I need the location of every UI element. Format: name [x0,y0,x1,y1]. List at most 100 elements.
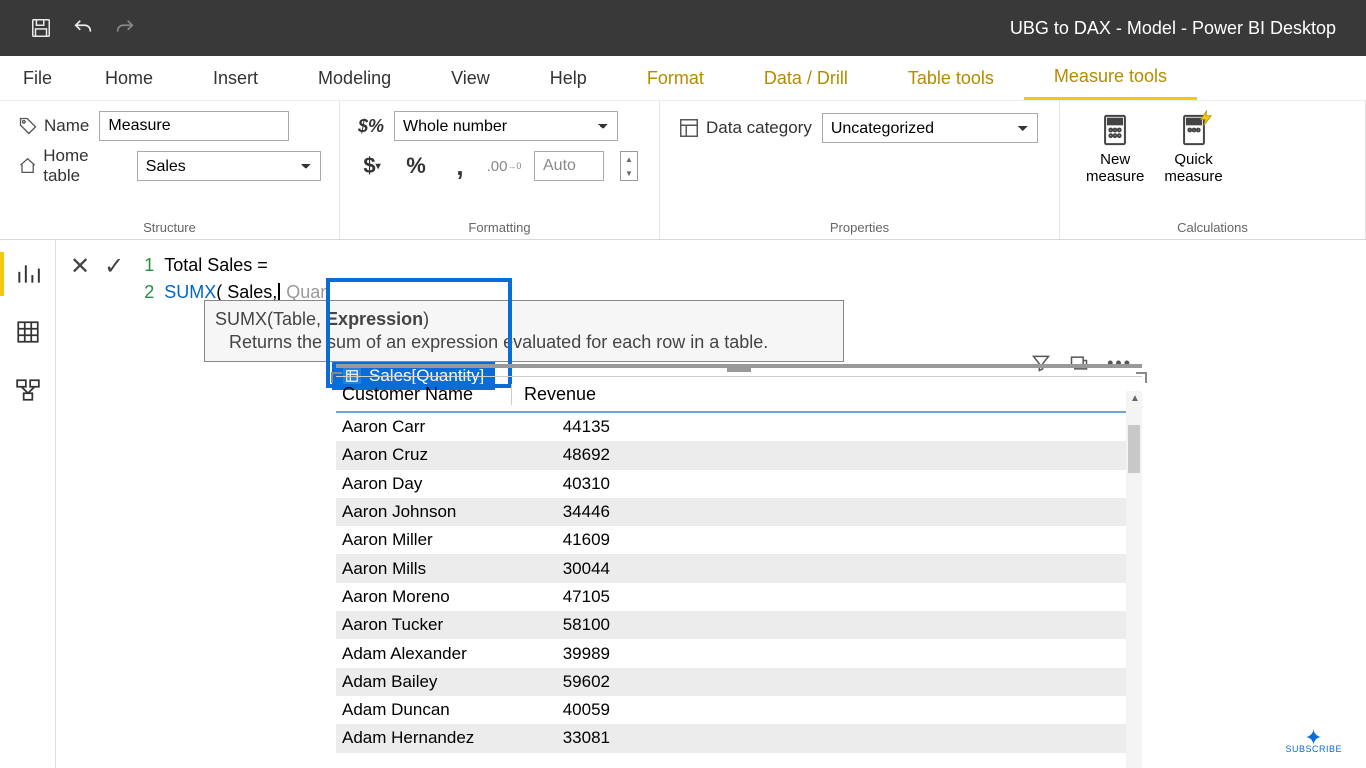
cell-customer: Adam Hernandez [336,728,512,748]
table-row[interactable]: Aaron Miller41609 [336,526,1142,554]
model-view-icon[interactable] [14,376,42,404]
view-rail [0,240,56,768]
format-icon: $% [358,116,384,137]
table-row[interactable]: Adam Hernandez33081 [336,724,1142,752]
table-row[interactable]: Adam Duncan40059 [336,696,1142,724]
code-ghost: Quan [281,282,330,302]
decimals-button[interactable]: .00→0 [490,152,518,180]
ribbon-body: Name Home table Sales Structure $% Whole… [0,100,1366,240]
cell-revenue: 39989 [512,644,620,664]
name-label: Name [18,116,89,136]
new-measure-label: New measure [1086,151,1144,186]
category-icon [678,117,700,139]
ribbon-group-structure: Name Home table Sales Structure [0,101,340,239]
intellisense-tooltip: SUMX(Table, Expression) Returns the sum … [204,300,844,362]
redo-icon[interactable] [114,17,136,39]
calculator-icon [1098,113,1132,147]
column-header-customer[interactable]: Customer Name [336,384,512,405]
quick-measure-button[interactable]: Quick measure [1156,113,1230,186]
group-label-properties: Properties [678,220,1041,237]
tooltip-description: Returns the sum of an expression evaluat… [215,332,833,353]
cancel-formula-icon[interactable]: ✕ [70,252,90,281]
decimals-input[interactable] [534,151,604,181]
home-icon [18,156,37,176]
top-resize-edge[interactable] [336,364,1142,368]
measure-name-input[interactable] [99,111,289,141]
decimals-stepper[interactable]: ▲▼ [620,151,638,181]
table-body: Aaron Carr44135Aaron Cruz48692Aaron Day4… [336,413,1142,753]
cell-revenue: 40059 [512,700,620,720]
cell-customer: Aaron Moreno [336,587,512,607]
tab-file[interactable]: File [0,56,75,100]
cell-customer: Aaron Tucker [336,615,512,635]
tab-help[interactable]: Help [520,56,617,100]
tab-table-tools[interactable]: Table tools [878,56,1024,100]
cell-revenue: 33081 [512,728,620,748]
scrollbar-track[interactable]: ▲ [1126,391,1142,768]
table-row[interactable]: Aaron Carr44135 [336,413,1142,441]
cell-revenue: 47105 [512,587,620,607]
table-row[interactable]: Aaron Day40310 [336,470,1142,498]
tab-modeling[interactable]: Modeling [288,56,421,100]
tab-measure-tools[interactable]: Measure tools [1024,56,1197,100]
scrollbar-thumb[interactable] [1128,425,1140,473]
quick-measure-icon [1177,113,1211,147]
cell-customer: Aaron Cruz [336,445,512,465]
currency-button[interactable]: $▾ [358,152,386,180]
cell-revenue: 40310 [512,474,620,494]
table-row[interactable]: Aaron Cruz48692 [336,441,1142,469]
data-category-select[interactable]: Uncategorized [822,113,1038,143]
report-view-icon[interactable] [14,260,42,288]
table-header: Customer Name Revenue [336,377,1142,413]
cell-customer: Aaron Miller [336,530,512,550]
percent-button[interactable]: % [402,152,430,180]
format-select[interactable]: Whole number [394,111,618,141]
thousands-button[interactable]: , [446,152,474,180]
cell-customer: Adam Bailey [336,672,512,692]
undo-icon[interactable] [72,17,94,39]
resize-handle-tr[interactable] [1136,371,1148,383]
table-row[interactable]: Adam Bailey59602 [336,668,1142,696]
tab-format[interactable]: Format [617,56,734,100]
window-title: UBG to DAX - Model - Power BI Desktop [136,18,1366,39]
home-table-label: Home table [18,146,127,186]
scroll-up-icon[interactable]: ▲ [1130,393,1140,404]
cell-revenue: 48692 [512,445,620,465]
cell-revenue: 58100 [512,615,620,635]
code-line-2-rest: ( Sales, [216,282,277,302]
tab-view[interactable]: View [421,56,520,100]
ribbon-group-properties: Data category Uncategorized Properties [660,101,1060,239]
column-header-revenue[interactable]: Revenue [512,384,620,405]
home-table-select[interactable]: Sales [137,151,321,181]
cell-customer: Aaron Day [336,474,512,494]
formula-bar: ✕ ✓ 1Total Sales = 2SUMX( Sales, Quan [70,240,1366,306]
tab-data-drill[interactable]: Data / Drill [734,56,878,100]
commit-formula-icon[interactable]: ✓ [104,252,124,281]
cell-revenue: 34446 [512,502,620,522]
save-icon[interactable] [30,17,52,39]
new-measure-button[interactable]: New measure [1078,113,1152,186]
table-row[interactable]: Aaron Johnson34446 [336,498,1142,526]
code-line-1: Total Sales = [164,252,268,279]
data-category-label: Data category [678,117,812,139]
cell-revenue: 59602 [512,672,620,692]
table-row[interactable]: Aaron Moreno47105 [336,583,1142,611]
tab-home[interactable]: Home [75,56,183,100]
resize-handle-tl[interactable] [330,371,342,383]
data-view-icon[interactable] [14,318,42,346]
code-keyword: SUMX [164,282,216,302]
cell-customer: Aaron Johnson [336,502,512,522]
cell-customer: Adam Alexander [336,644,512,664]
group-label-calculations: Calculations [1078,220,1347,237]
ribbon-group-formatting: $% Whole number $▾ % , .00→0 ▲▼ Formatti… [340,101,660,239]
cell-customer: Adam Duncan [336,700,512,720]
table-row[interactable]: Aaron Mills30044 [336,554,1142,582]
table-row[interactable]: Aaron Tucker58100 [336,611,1142,639]
tab-insert[interactable]: Insert [183,56,288,100]
table-row[interactable]: Adam Alexander39989 [336,639,1142,667]
table-visual[interactable]: ••• Customer Name Revenue Aaron Carr4413… [336,376,1142,768]
dax-editor[interactable]: 1Total Sales = 2SUMX( Sales, Quan [134,252,330,306]
group-label-structure: Structure [18,220,321,237]
titlebar: UBG to DAX - Model - Power BI Desktop [0,0,1366,56]
cell-customer: Aaron Mills [336,559,512,579]
